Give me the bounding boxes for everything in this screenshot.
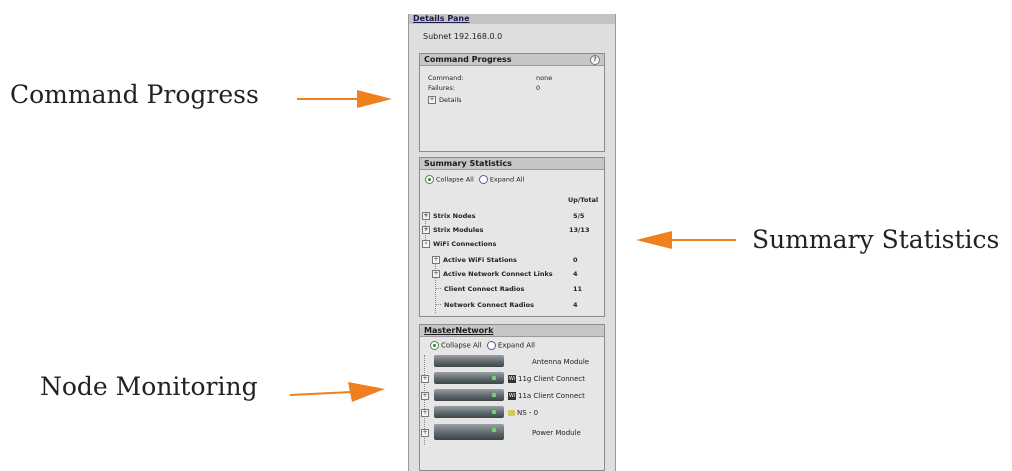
expand-icon[interactable]: + bbox=[421, 409, 429, 417]
summary-row-value: 4 bbox=[573, 270, 578, 278]
node-power-module[interactable]: Power Module bbox=[532, 429, 581, 437]
callout-summary-statistics: Summary Statistics bbox=[752, 225, 1000, 254]
node-label: 11a Client Connect bbox=[518, 392, 585, 400]
summary-row-network-connect-radios: Network Connect Radios bbox=[444, 301, 534, 309]
collapse-icon[interactable]: - bbox=[422, 240, 430, 248]
summary-row-label: WiFi Connections bbox=[433, 240, 497, 248]
power-module-device-icon[interactable] bbox=[434, 424, 504, 440]
summary-row-strix-nodes[interactable]: + Strix Nodes bbox=[422, 212, 476, 220]
summary-row-value: 5/5 bbox=[573, 212, 585, 220]
command-progress-box: Command Progress ? Command: none Failure… bbox=[419, 53, 605, 152]
collapse-all-radio[interactable] bbox=[430, 341, 439, 350]
master-network-box: MasterNetwork Collapse All Expand All An… bbox=[419, 324, 605, 471]
expand-all-radio[interactable] bbox=[478, 175, 488, 184]
summary-row-value: 13/13 bbox=[569, 226, 590, 234]
expand-icon[interactable]: + bbox=[422, 226, 430, 234]
summary-row-label: Strix Nodes bbox=[433, 212, 476, 220]
summary-row-label: Active Network Connect Links bbox=[443, 270, 553, 278]
summary-row-label: Strix Modules bbox=[433, 226, 484, 234]
details-pane: Details Pane Subnet 192.168.0.0 Command … bbox=[408, 14, 616, 471]
network-connect-icon bbox=[508, 410, 515, 416]
node-label: 11g Client Connect bbox=[518, 375, 586, 383]
tree-connector bbox=[435, 288, 441, 289]
command-progress-header: Command Progress ? bbox=[420, 54, 604, 66]
arrow-command-progress bbox=[297, 89, 392, 109]
summary-statistics-box: Summary Statistics Collapse All Expand A… bbox=[419, 157, 605, 317]
tree-line bbox=[435, 261, 436, 313]
failures-label: Failures: bbox=[428, 84, 455, 92]
subnet-label: Subnet 192.168.0.0 bbox=[423, 32, 503, 41]
details-pane-title: Details Pane bbox=[409, 14, 615, 24]
status-led-icon bbox=[492, 428, 496, 432]
summary-row-active-wifi-stations[interactable]: + Active WiFi Stations bbox=[432, 256, 517, 264]
expand-icon[interactable]: + bbox=[421, 375, 429, 383]
expand-icon[interactable]: + bbox=[422, 212, 430, 220]
status-led-icon bbox=[492, 376, 496, 380]
summary-row-strix-modules[interactable]: + Strix Modules bbox=[422, 226, 483, 234]
collapse-all-label[interactable]: Collapse All bbox=[436, 176, 474, 184]
client-connect-device-icon[interactable] bbox=[434, 372, 504, 384]
node-antenna-module[interactable]: Antenna Module bbox=[532, 358, 589, 366]
summary-row-value: 4 bbox=[573, 301, 578, 309]
expand-all-label[interactable]: Expand All bbox=[498, 342, 535, 350]
tree-connector bbox=[435, 304, 441, 305]
details-expander-row[interactable]: + Details bbox=[428, 96, 462, 104]
client-connect-device-icon[interactable] bbox=[434, 389, 504, 401]
network-switch-device-icon[interactable] bbox=[434, 406, 504, 418]
up-total-header: Up/Total bbox=[568, 196, 599, 204]
status-led-icon bbox=[492, 393, 496, 397]
summary-statistics-header: Summary Statistics bbox=[420, 158, 604, 170]
master-network-header: MasterNetwork bbox=[420, 325, 604, 337]
help-icon[interactable]: ? bbox=[590, 55, 600, 65]
node-11a-client-connect[interactable]: Wi 11a Client Connect bbox=[508, 392, 585, 400]
summary-view-toggle: Collapse All Expand All bbox=[425, 175, 524, 184]
node-ns-0[interactable]: NS - 0 bbox=[508, 409, 538, 417]
callout-node-monitoring: Node Monitoring bbox=[40, 372, 258, 401]
collapse-all-radio[interactable] bbox=[425, 175, 434, 184]
node-11g-client-connect[interactable]: Wi 11g Client Connect bbox=[508, 375, 585, 383]
expand-icon[interactable]: + bbox=[432, 270, 440, 278]
summary-row-label: Active WiFi Stations bbox=[443, 256, 517, 264]
expand-all-label[interactable]: Expand All bbox=[490, 176, 524, 184]
expand-all-radio[interactable] bbox=[486, 341, 496, 350]
expand-icon[interactable]: + bbox=[432, 256, 440, 264]
expand-icon[interactable]: + bbox=[428, 96, 436, 104]
network-view-toggle: Collapse All Expand All bbox=[430, 341, 535, 350]
status-led-icon bbox=[492, 410, 496, 414]
summary-row-value: 0 bbox=[573, 256, 578, 264]
summary-row-value: 11 bbox=[573, 285, 583, 293]
details-label: Details bbox=[439, 96, 462, 104]
antenna-module-device-icon[interactable] bbox=[434, 355, 504, 367]
arrow-node-monitoring bbox=[290, 381, 385, 403]
wifi-icon: Wi bbox=[508, 392, 516, 400]
summary-row-active-network-connect-links[interactable]: + Active Network Connect Links bbox=[432, 270, 553, 278]
summary-row-wifi-connections[interactable]: - WiFi Connections bbox=[422, 240, 496, 248]
command-progress-title: Command Progress bbox=[424, 55, 512, 64]
master-network-title: MasterNetwork bbox=[424, 326, 494, 335]
arrow-summary-statistics bbox=[636, 230, 736, 250]
summary-statistics-title: Summary Statistics bbox=[424, 159, 512, 168]
callout-command-progress: Command Progress bbox=[10, 80, 259, 109]
node-label: NS - 0 bbox=[517, 409, 539, 417]
collapse-all-label[interactable]: Collapse All bbox=[441, 342, 482, 350]
failures-value: 0 bbox=[536, 84, 541, 92]
summary-row-client-connect-radios: Client Connect Radios bbox=[444, 285, 525, 293]
expand-icon[interactable]: + bbox=[421, 429, 429, 437]
command-value: none bbox=[536, 74, 553, 82]
command-label: Command: bbox=[428, 74, 464, 82]
wifi-icon: Wi bbox=[508, 375, 516, 383]
expand-icon[interactable]: + bbox=[421, 392, 429, 400]
